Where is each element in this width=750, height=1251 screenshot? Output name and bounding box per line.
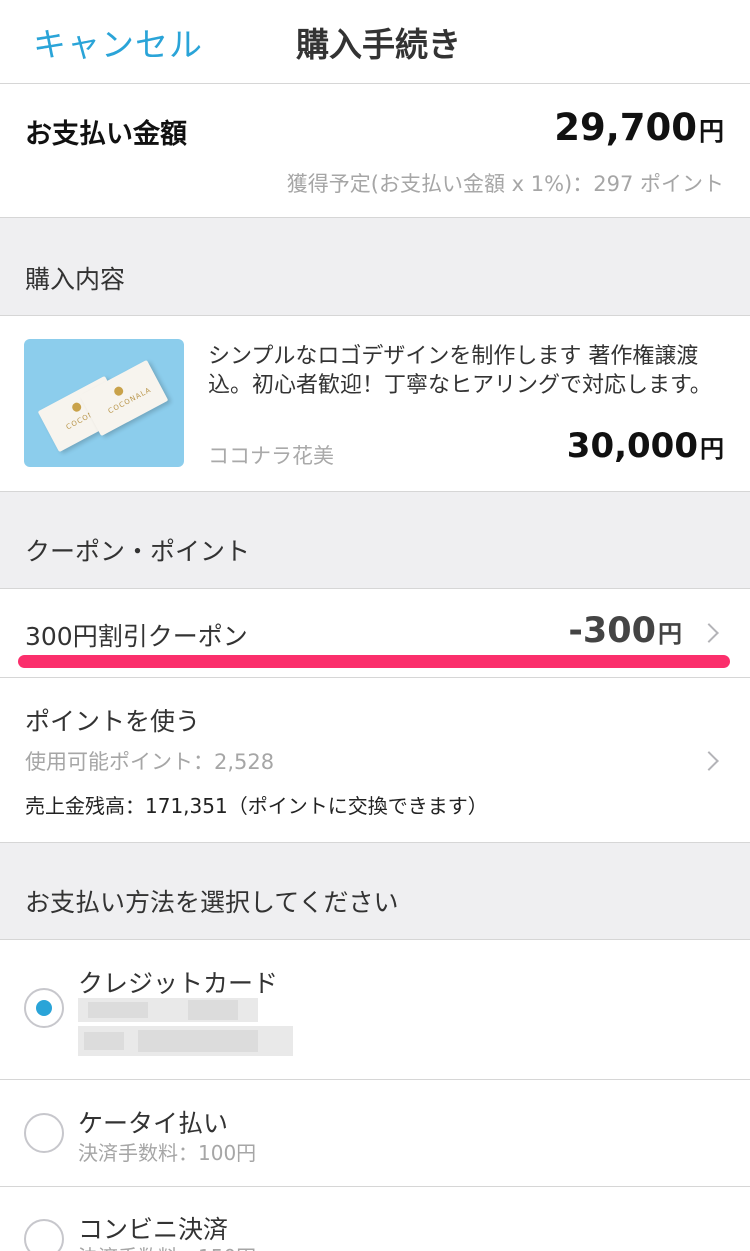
masked-card-info	[78, 1026, 293, 1056]
nav-header: キャンセル 購入手続き	[0, 0, 750, 84]
item-thumbnail: COCONALA COCONALA	[24, 339, 184, 467]
payment-option-label: ケータイ払い	[78, 1109, 229, 1138]
coupon-amount-value: -300	[568, 611, 656, 651]
total-amount: 29,700円	[554, 106, 724, 149]
payment-option-label: クレジットカード	[78, 969, 279, 998]
total-currency: 円	[698, 117, 724, 146]
earned-points-note: 獲得予定(お支払い金額 x 1%)：297 ポイント	[286, 172, 724, 196]
purchase-item: COCONALA COCONALA シンプルなロゴデザインを制作します 著作権譲…	[0, 316, 750, 492]
purchase-page: キャンセル 購入手続き お支払い金額 29,700円 獲得予定(お支払い金額 x…	[0, 0, 750, 1251]
section-header-payment: お支払い方法を選択してください	[0, 843, 750, 940]
masked-card-info	[78, 998, 258, 1022]
section-title-purchase: 購入内容	[25, 265, 126, 294]
section-header-purchase: 購入内容	[0, 218, 750, 316]
cancel-button[interactable]: キャンセル	[33, 18, 203, 66]
coupon-amount: -300円	[568, 611, 682, 651]
payment-option-mobile[interactable]: ケータイ払い 決済手数料：100円	[0, 1080, 750, 1187]
payment-fee: 決済手数料：150円	[78, 1241, 256, 1251]
page-title: 購入手続き	[296, 25, 461, 64]
section-title-payment: お支払い方法を選択してください	[25, 888, 399, 917]
chevron-right-icon	[699, 751, 719, 771]
item-price-value: 30,000	[566, 426, 698, 466]
highlight-underline	[18, 655, 730, 668]
sales-balance: 売上金残高：171,351（ポイントに交換できます）	[25, 794, 488, 818]
use-points-row[interactable]: ポイントを使う 使用可能ポイント：2,528 売上金残高：171,351（ポイン…	[0, 678, 750, 843]
coupon-currency: 円	[658, 620, 682, 648]
payment-fee: 決済手数料：100円	[78, 1141, 257, 1165]
available-points: 使用可能ポイント：2,528	[25, 750, 275, 774]
section-title-coupon-points: クーポン・ポイント	[25, 537, 251, 566]
coupon-label: 300円割引クーポン	[25, 622, 248, 651]
item-price: 30,000円	[567, 426, 724, 466]
total-amount-value: 29,700	[554, 106, 697, 149]
radio-button[interactable]	[24, 1219, 64, 1251]
total-label: お支払い金額	[25, 119, 187, 150]
item-seller: ココナラ花美	[208, 444, 334, 468]
radio-button-selected[interactable]	[24, 988, 64, 1028]
payment-option-convenience-store[interactable]: コンビニ決済 決済手数料：150円	[0, 1187, 750, 1251]
item-title: シンプルなロゴデザインを制作します 著作権譲渡込。初心者歓迎！丁寧なヒアリングで…	[208, 344, 712, 398]
use-points-label: ポイントを使う	[25, 707, 201, 736]
total-payment-section: お支払い金額 29,700円 獲得予定(お支払い金額 x 1%)：297 ポイン…	[0, 84, 750, 218]
item-price-currency: 円	[700, 435, 724, 463]
radio-button[interactable]	[24, 1113, 64, 1153]
chevron-right-icon	[699, 623, 719, 643]
section-header-coupon-points: クーポン・ポイント	[0, 492, 750, 589]
